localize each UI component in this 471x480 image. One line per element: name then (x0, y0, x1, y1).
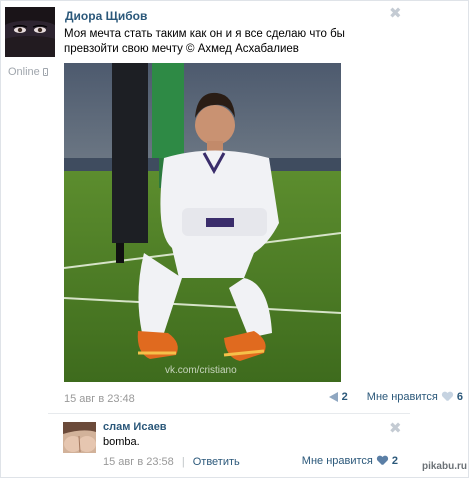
photo-watermark: vk.com/cristiano (165, 365, 237, 376)
comment-author-link[interactable]: слам Исаев (103, 421, 167, 433)
comment-separator: | (181, 456, 185, 468)
comment-text: bomba. (103, 436, 140, 448)
mobile-phone-icon (42, 68, 48, 76)
comment-like-count[interactable]: 2 (392, 455, 398, 467)
comment-avatar[interactable] (63, 422, 96, 453)
site-watermark: pikabu.ru (421, 461, 467, 472)
online-status: Online (8, 66, 48, 78)
author-avatar[interactable] (5, 7, 55, 57)
post-date[interactable]: 15 авг в 23:48 (64, 393, 135, 405)
comment-date[interactable]: 15 авг в 23:58 (103, 456, 174, 468)
share-icon[interactable] (328, 392, 338, 402)
delete-post-icon[interactable]: ✖ (389, 6, 402, 21)
share-count[interactable]: 2 (342, 391, 348, 403)
post-author-link[interactable]: Диора Щибов (65, 9, 147, 23)
post-like-button[interactable]: Мне нравится (367, 391, 438, 403)
comment-actions: Мне нравится 2 (302, 455, 398, 467)
post-actions: 2 Мне нравится 6 (328, 391, 463, 403)
heart-icon[interactable] (377, 456, 388, 466)
post-text: Моя мечта стать таким как он и я все сде… (64, 28, 345, 55)
comment-meta: 15 авг в 23:58 | Ответить (103, 456, 240, 468)
post-like-count[interactable]: 6 (457, 391, 463, 403)
delete-comment-icon[interactable]: ✖ (389, 421, 402, 436)
heart-icon[interactable] (442, 392, 453, 402)
comment-like-button[interactable]: Мне нравится (302, 455, 373, 467)
online-label: Online (8, 66, 40, 78)
post-photo[interactable]: vk.com/cristiano (64, 63, 341, 382)
reply-button[interactable]: Ответить (193, 456, 240, 468)
